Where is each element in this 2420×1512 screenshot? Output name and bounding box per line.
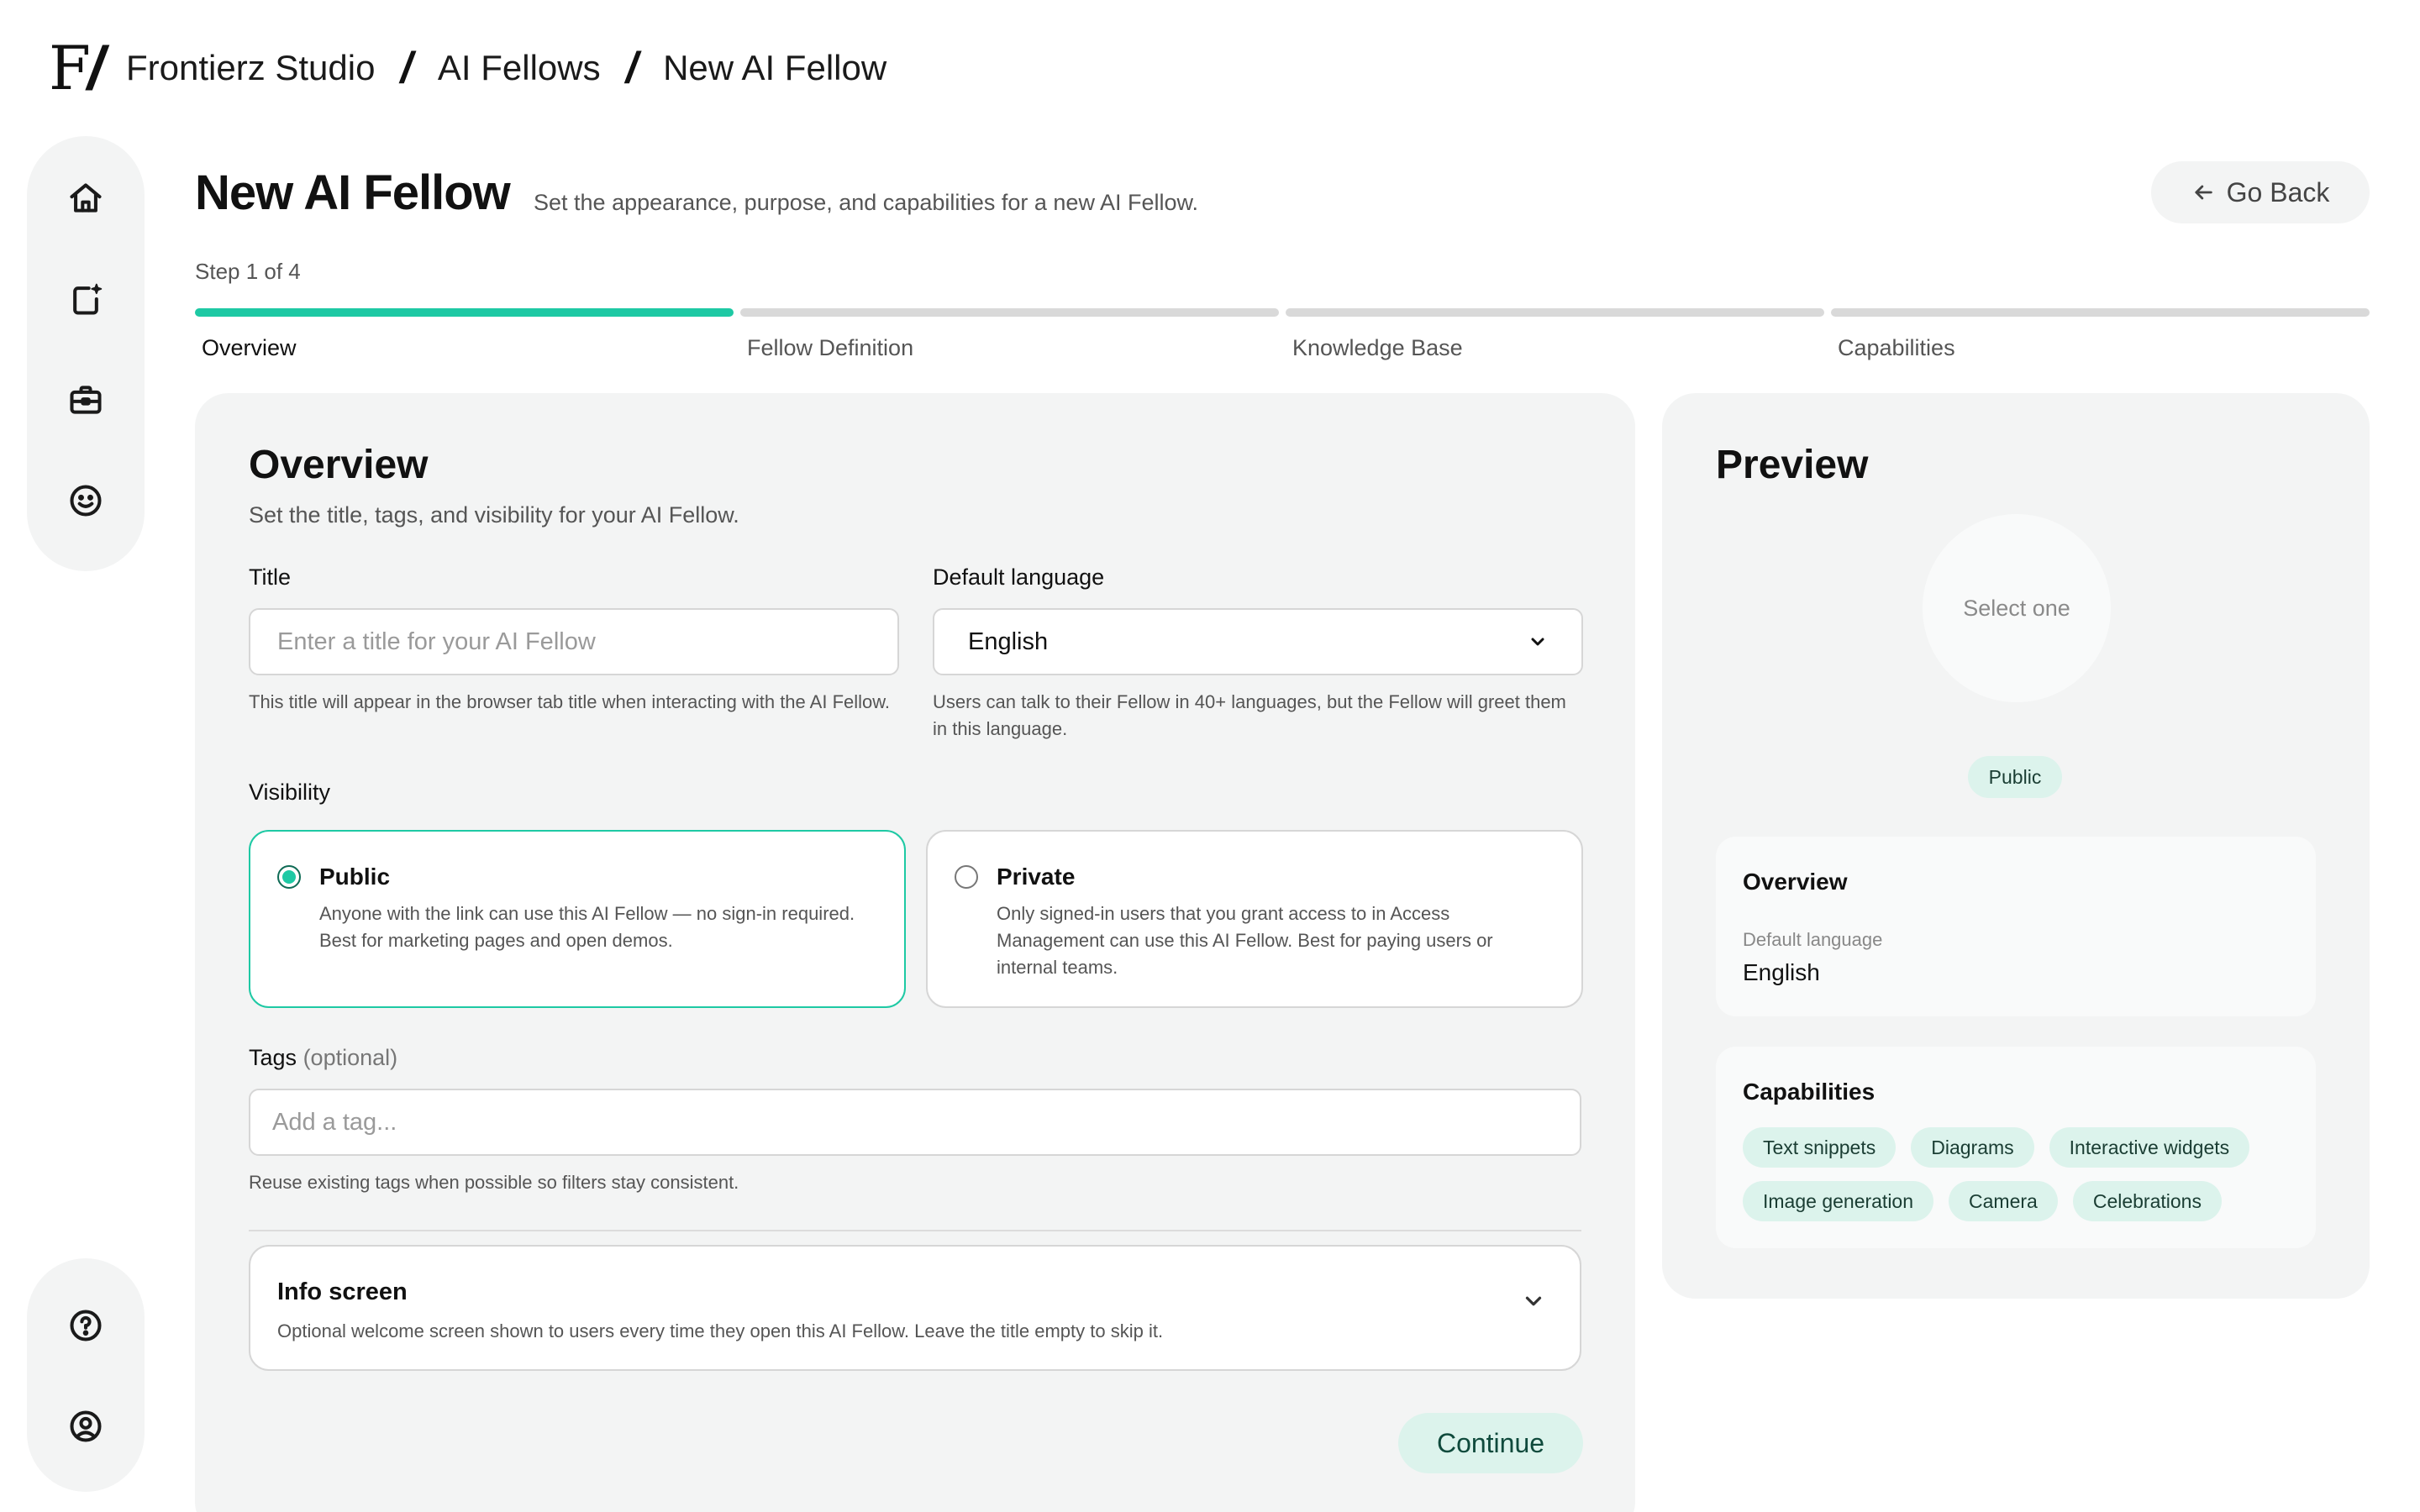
step-knowledge-base[interactable]: Knowledge Base — [1286, 308, 1824, 361]
visibility-option-description: Only signed-in users that you grant acce… — [997, 903, 1493, 978]
capability-chip: Text snippets — [1743, 1127, 1897, 1168]
avatar-placeholder-text: Select one — [1963, 595, 2070, 621]
radio-button[interactable] — [955, 865, 978, 889]
info-screen-accordion[interactable]: Info screen Optional welcome screen show… — [249, 1245, 1581, 1371]
step-label: Fellow Definition — [747, 335, 914, 360]
go-back-button[interactable]: Go Back — [2151, 161, 2370, 223]
preview-panel: Preview Select one Public Overview Defau… — [1662, 393, 2370, 1299]
visibility-option-title: Public — [319, 864, 391, 890]
language-select-value: English — [968, 627, 1049, 655]
stepper: Overview Fellow Definition Knowledge Bas… — [195, 308, 2370, 361]
visibility-option-description: Anyone with the link can use this AI Fel… — [319, 903, 855, 951]
radio-button[interactable] — [277, 865, 301, 889]
tags-optional-hint: (optional) — [302, 1045, 398, 1070]
title-input[interactable] — [249, 608, 899, 675]
tags-label-text: Tags — [249, 1045, 297, 1070]
preview-capabilities-heading: Capabilities — [1743, 1079, 1876, 1105]
tags-input[interactable] — [249, 1089, 1581, 1156]
step-progress-bar — [195, 308, 734, 317]
language-help-text: Users can talk to their Fellow in 40+ la… — [933, 691, 1566, 739]
step-count: Step 1 of 4 — [195, 259, 301, 284]
overview-form-card: Overview Set the title, tags, and visibi… — [195, 393, 1635, 1512]
step-label: Overview — [202, 335, 297, 360]
capability-chip-list: Text snippets Diagrams Interactive widge… — [1743, 1127, 2297, 1221]
preview-overview-heading: Overview — [1743, 869, 1848, 895]
info-screen-description: Optional welcome screen shown to users e… — [277, 1320, 1164, 1341]
breadcrumb: F/ Frontierz Studio / AI Fellows / New A… — [49, 30, 886, 106]
avatar-picker[interactable]: Select one — [1923, 514, 2111, 702]
briefcase-icon[interactable] — [66, 380, 106, 420]
help-icon[interactable] — [66, 1305, 106, 1346]
preview-language-label: Default language — [1743, 929, 1883, 950]
capability-chip: Diagrams — [1911, 1127, 2034, 1168]
capability-chip: Celebrations — [2072, 1181, 2222, 1221]
brand-logo[interactable]: F/ — [49, 38, 104, 99]
page-subtitle: Set the appearance, purpose, and capabil… — [534, 190, 1199, 215]
section-divider — [249, 1230, 1581, 1231]
breadcrumb-item-studio[interactable]: Frontierz Studio — [126, 48, 375, 88]
language-select[interactable]: English — [933, 608, 1583, 675]
step-label: Capabilities — [1838, 335, 1955, 360]
chevron-down-icon[interactable] — [1521, 1289, 1546, 1314]
language-label: Default language — [933, 564, 1105, 590]
sidebar-nav — [27, 136, 145, 571]
preview-language-value: English — [1743, 959, 1820, 985]
tags-help-text: Reuse existing tags when possible so fil… — [249, 1172, 739, 1193]
visibility-badge: Public — [1968, 756, 2062, 798]
step-progress-bar — [740, 308, 1279, 317]
title-label: Title — [249, 564, 292, 590]
capability-chip: Image generation — [1743, 1181, 1934, 1221]
preview-heading: Preview — [1716, 443, 1869, 487]
go-back-label: Go Back — [2226, 176, 2330, 207]
breadcrumb-item-current: New AI Fellow — [663, 48, 887, 87]
visibility-label: Visibility — [249, 780, 331, 805]
page-title: New AI Fellow — [195, 165, 511, 220]
visibility-option-private[interactable]: Private Only signed-in users that you gr… — [926, 830, 1583, 1008]
visibility-option-title: Private — [997, 864, 1076, 890]
preview-capabilities-box: Capabilities Text snippets Diagrams Inte… — [1716, 1047, 2316, 1248]
continue-button[interactable]: Continue — [1398, 1413, 1583, 1473]
preview-overview-box: Overview Default language English — [1716, 837, 2316, 1016]
capability-chip: Interactive widgets — [2049, 1127, 2250, 1168]
breadcrumb-separator: / — [400, 44, 413, 92]
arrow-left-icon — [2195, 185, 2212, 200]
chevron-down-icon — [1531, 638, 1544, 646]
title-help-text: This title will appear in the browser ta… — [249, 691, 891, 712]
step-progress-bar — [1831, 308, 2370, 317]
new-post-icon[interactable] — [66, 279, 106, 319]
section-heading: Overview — [249, 443, 429, 487]
tags-label: Tags (optional) — [249, 1045, 397, 1071]
visibility-option-public[interactable]: Public Anyone with the link can use this… — [249, 830, 906, 1008]
info-screen-title: Info screen — [277, 1278, 408, 1305]
user-icon[interactable] — [66, 1406, 106, 1446]
home-icon[interactable] — [66, 178, 106, 218]
sidebar-footer — [27, 1258, 145, 1492]
smiley-icon[interactable] — [66, 480, 106, 521]
section-description: Set the title, tags, and visibility for … — [249, 502, 739, 528]
step-label: Knowledge Base — [1292, 335, 1463, 360]
step-overview[interactable]: Overview — [195, 308, 734, 361]
step-capabilities[interactable]: Capabilities — [1831, 308, 2370, 361]
capability-chip: Camera — [1949, 1181, 2058, 1221]
step-progress-bar — [1286, 308, 1824, 317]
step-fellow-definition[interactable]: Fellow Definition — [740, 308, 1279, 361]
breadcrumb-item-ai-fellows[interactable]: AI Fellows — [438, 48, 601, 88]
breadcrumb-separator: / — [625, 44, 639, 92]
